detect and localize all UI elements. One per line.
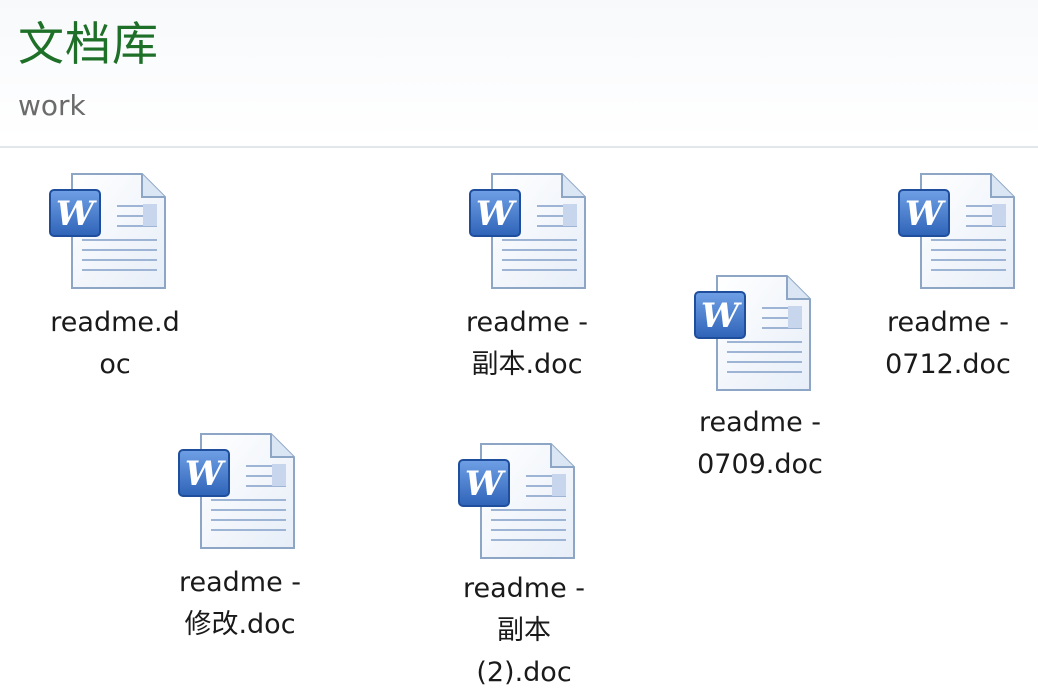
word-document-icon	[456, 438, 586, 563]
word-document-icon	[467, 168, 597, 293]
file-label-line: oc	[99, 349, 131, 380]
file-label-line: readme.d	[50, 307, 180, 338]
header-divider	[0, 146, 1038, 148]
file-item-readme-copy-2-doc[interactable]: readme - 副本 (2).doc	[434, 438, 614, 696]
file-label: readme - 副本.doc	[437, 302, 617, 386]
file-label-line: readme -	[462, 573, 586, 604]
file-label-line: 副本.doc	[471, 349, 583, 380]
library-subtitle: work	[18, 89, 86, 122]
file-label-line: readme -	[698, 407, 822, 438]
file-label: readme - 副本 (2).doc	[434, 568, 614, 694]
file-label: readme - 0712.doc	[858, 302, 1038, 386]
word-document-icon	[692, 270, 822, 395]
file-label-line: 修改.doc	[184, 609, 296, 640]
file-item-readme-copy-doc[interactable]: readme - 副本.doc	[437, 168, 617, 388]
file-label: readme.d oc	[25, 302, 205, 386]
library-header: 文档库 work	[0, 0, 1038, 148]
file-label-line: readme -	[886, 307, 1010, 338]
word-document-icon	[176, 428, 306, 553]
file-item-readme-modified-doc[interactable]: readme - 修改.doc	[150, 428, 330, 660]
file-label-line: 0709.doc	[697, 449, 823, 480]
file-label-line: 副本	[497, 615, 551, 646]
file-label-line: readme -	[465, 307, 589, 338]
word-document-icon	[47, 168, 177, 293]
file-label: readme - 修改.doc	[150, 562, 330, 646]
file-label-line: (2).doc	[476, 657, 572, 688]
file-item-readme-0709-doc[interactable]: readme - 0709.doc	[670, 270, 850, 495]
library-title: 文档库	[18, 17, 159, 71]
file-label-line: readme -	[178, 567, 302, 598]
file-item-readme-0712-doc[interactable]: readme - 0712.doc	[858, 168, 1038, 388]
file-item-readme-doc[interactable]: readme.d oc	[25, 168, 205, 388]
file-label-line: 0712.doc	[885, 349, 1011, 380]
file-label: readme - 0709.doc	[670, 402, 850, 486]
word-document-icon	[896, 168, 1026, 293]
